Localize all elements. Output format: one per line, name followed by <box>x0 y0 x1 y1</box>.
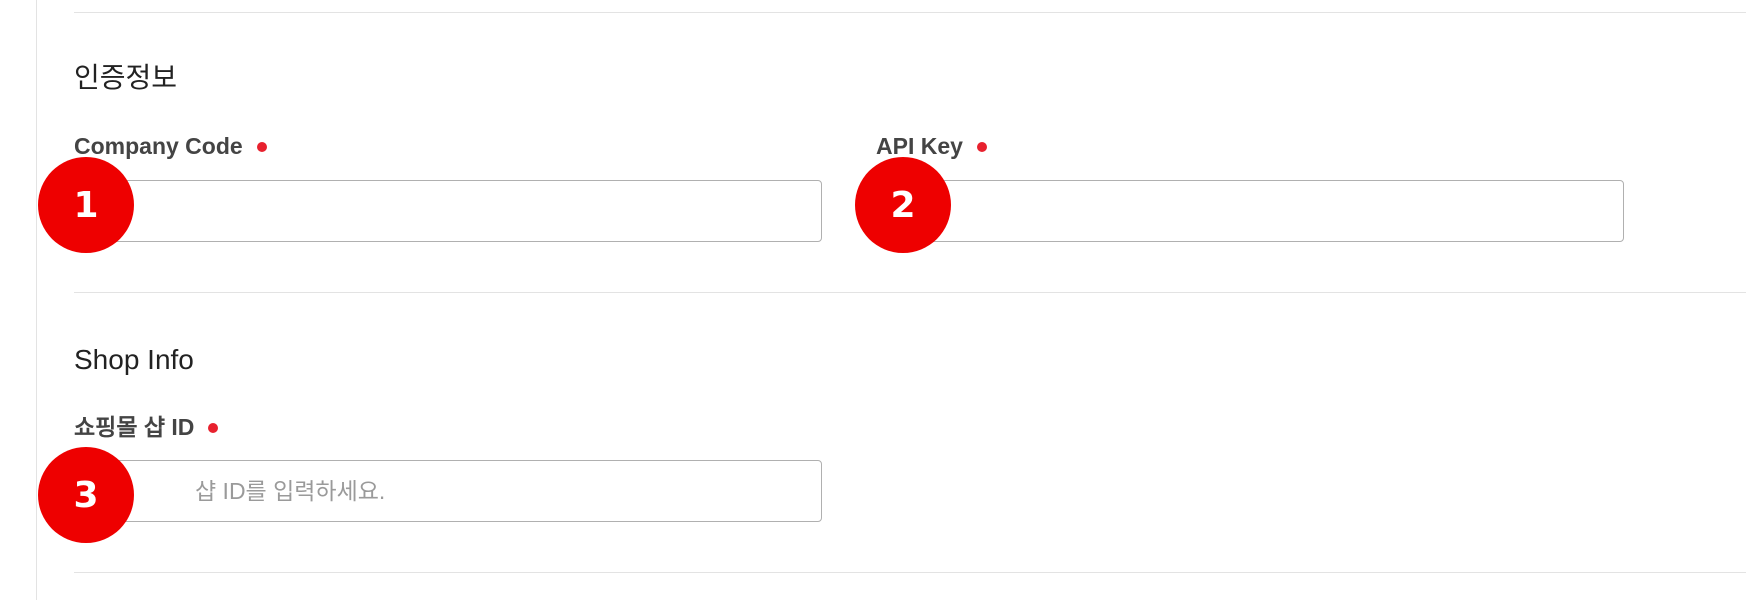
shop-id-label-text: 쇼핑몰 샵 ID <box>74 414 195 440</box>
settings-form: 인증정보 Company Code API Key Shop Info 쇼핑몰 … <box>0 0 1746 600</box>
api-key-input[interactable] <box>876 180 1624 242</box>
company-code-label-text: Company Code <box>74 133 243 159</box>
required-indicator <box>976 141 987 152</box>
annotation-marker-2: 2 <box>855 157 951 253</box>
required-indicator <box>208 422 219 433</box>
company-code-input[interactable] <box>74 180 822 242</box>
company-code-label: Company Code <box>74 135 267 158</box>
bottom-divider <box>74 572 1746 573</box>
shop-id-input[interactable] <box>74 460 822 522</box>
annotation-marker-3: 3 <box>38 447 134 543</box>
shop-id-label: 쇼핑몰 샵 ID <box>74 414 219 440</box>
required-indicator <box>256 141 267 152</box>
auth-section-title: 인증정보 <box>74 62 178 93</box>
left-border <box>36 0 37 600</box>
top-divider <box>74 12 1746 13</box>
annotation-marker-1: 1 <box>38 157 134 253</box>
shop-section-title: Shop Info <box>74 344 194 375</box>
api-key-label-text: API Key <box>876 133 963 159</box>
api-key-label: API Key <box>876 135 987 158</box>
section-divider <box>74 292 1746 293</box>
